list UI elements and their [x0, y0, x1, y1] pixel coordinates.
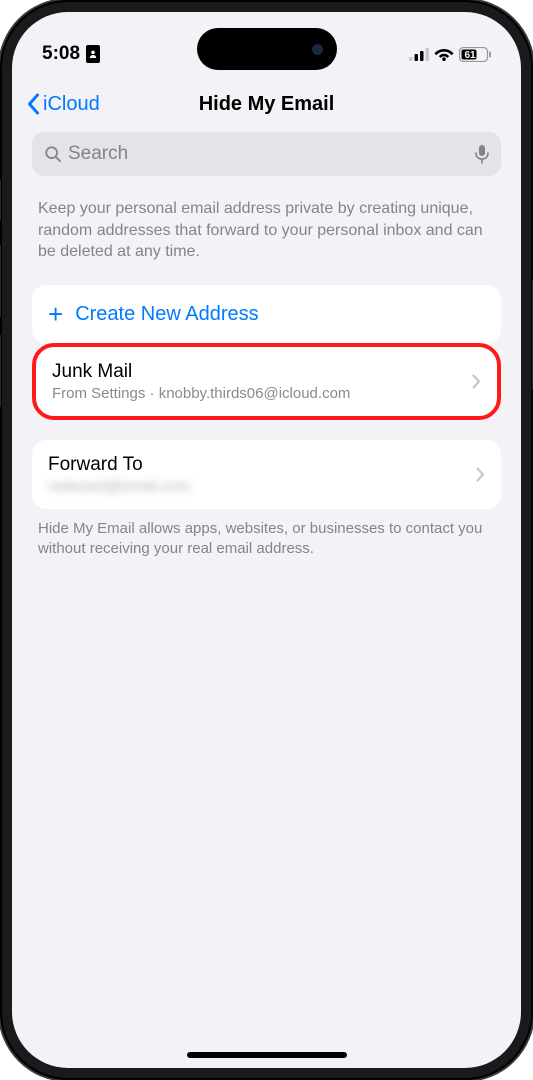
back-label: iCloud: [43, 93, 100, 116]
nav-header: iCloud Hide My Email: [12, 76, 521, 132]
side-button: [0, 180, 1, 220]
footer-description: Hide My Email allows apps, websites, or …: [32, 509, 501, 570]
status-time: 5:08: [42, 43, 100, 65]
microphone-icon[interactable]: [475, 144, 489, 164]
contact-card-icon: [86, 45, 100, 63]
page-title: Hide My Email: [199, 93, 335, 116]
addresses-group: + Create New Address: [32, 285, 501, 344]
home-indicator[interactable]: [187, 1052, 347, 1058]
plus-icon: +: [48, 299, 63, 330]
chevron-right-icon: [472, 374, 481, 389]
address-title: Junk Mail: [52, 361, 472, 383]
status-indicators: 61: [409, 47, 491, 62]
content-area: Keep your personal email address private…: [12, 132, 521, 569]
address-row-highlighted: Junk Mail From Settings · knobby.thirds0…: [32, 343, 501, 420]
forward-title: Forward To: [48, 454, 476, 476]
create-new-address-button[interactable]: + Create New Address: [32, 285, 501, 344]
forward-to-row[interactable]: Forward To redacted@email.com: [32, 440, 501, 509]
side-button: [0, 335, 1, 407]
cellular-icon: [409, 48, 429, 61]
search-icon: [44, 145, 62, 163]
create-label: Create New Address: [75, 303, 258, 326]
search-field[interactable]: [32, 132, 501, 176]
address-subtitle: From Settings · knobby.thirds06@icloud.c…: [52, 385, 472, 402]
wifi-icon: [434, 47, 454, 61]
back-button[interactable]: iCloud: [26, 93, 100, 116]
address-row[interactable]: Junk Mail From Settings · knobby.thirds0…: [36, 347, 497, 416]
time-text: 5:08: [42, 43, 80, 65]
camera-dot: [312, 44, 323, 55]
phone-frame: 5:08: [0, 0, 533, 1080]
forward-subtitle: redacted@email.com: [48, 478, 476, 495]
forward-body: Forward To redacted@email.com: [48, 454, 476, 495]
battery-icon: 61: [459, 47, 491, 62]
chevron-right-icon: [476, 467, 485, 482]
forward-group: Forward To redacted@email.com: [32, 440, 501, 509]
address-body: Junk Mail From Settings · knobby.thirds0…: [52, 361, 472, 402]
search-input[interactable]: [68, 143, 469, 165]
battery-text: 61: [464, 50, 476, 61]
side-button: [0, 245, 1, 317]
intro-description: Keep your personal email address private…: [32, 176, 501, 285]
dynamic-island: [197, 28, 337, 70]
chevron-left-icon: [26, 93, 41, 115]
screen: 5:08: [12, 12, 521, 1068]
